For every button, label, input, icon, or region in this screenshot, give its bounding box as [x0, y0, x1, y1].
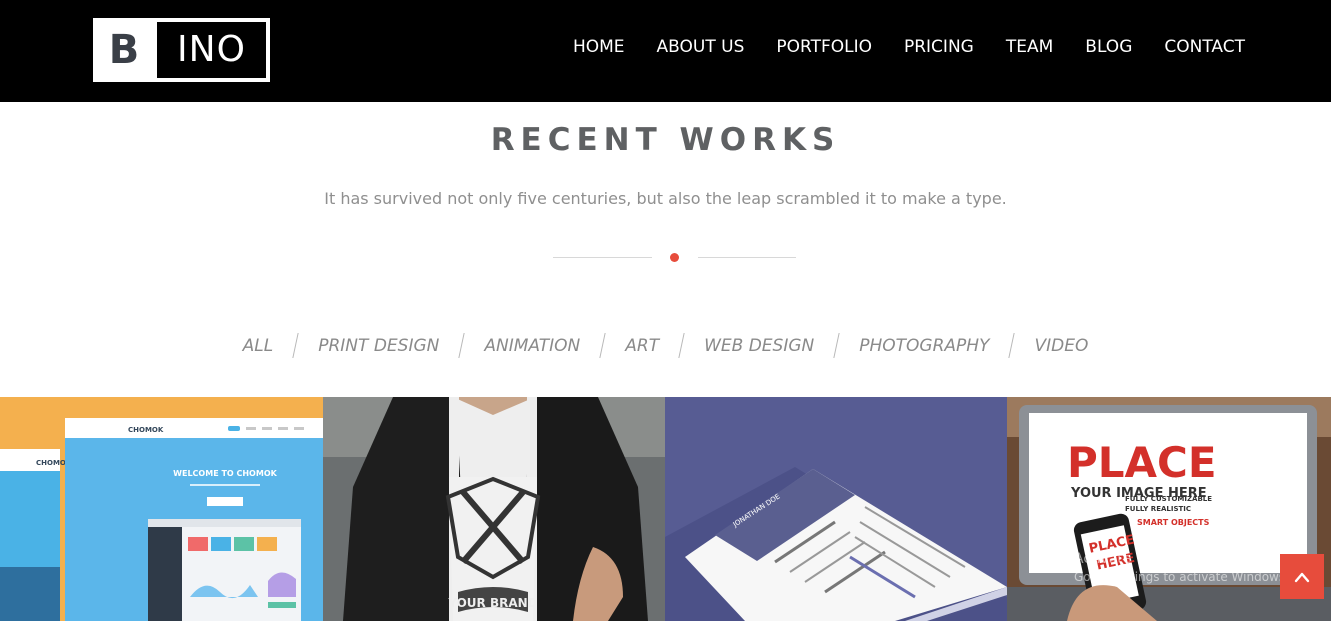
watermark-line1: Activate Windows [1074, 551, 1199, 567]
tile1-headline: WELCOME TO CHOMOK [173, 469, 277, 478]
portfolio-item-web-template[interactable]: CHOMOK CHOMOK WELCOME TO CHOMOK [0, 397, 323, 621]
tile1-brand: CHOMOK [128, 426, 164, 434]
section-title: RECENT WORKS [490, 122, 841, 158]
tile4-line1: PLACE [1067, 438, 1217, 487]
filter-animation[interactable]: ANIMATION [462, 336, 602, 356]
web-template-image: CHOMOK CHOMOK WELCOME TO CHOMOK [0, 397, 323, 621]
divider-line-right [698, 257, 796, 258]
logo-text: INO [157, 22, 266, 78]
filter-art[interactable]: ART [603, 336, 681, 356]
portfolio-filters: ALL PRINT DESIGN ANIMATION ART WEB DESIG… [0, 333, 1331, 358]
navbar: B INO HOME ABOUT US PORTFOLIO PRICING TE… [0, 0, 1331, 102]
tile2-shirt-text: YOUR BRAND [447, 596, 537, 610]
nav-item-contact[interactable]: CONTACT [1164, 37, 1245, 57]
filter-print-design[interactable]: PRINT DESIGN [296, 336, 461, 356]
logo-letter: B [108, 27, 140, 73]
site-logo[interactable]: B INO [93, 18, 270, 82]
tshirt-image: YOUR BRAND [323, 397, 665, 621]
portfolio-item-resume[interactable]: JONATHAN DOE [665, 397, 1007, 621]
section-subtitle: It has survived not only five centuries,… [324, 189, 1007, 208]
tile4-line3: FULLY CUSTOMIZABLE [1125, 495, 1212, 503]
filter-web-design[interactable]: WEB DESIGN [682, 336, 836, 356]
nav-item-pricing[interactable]: PRICING [904, 37, 974, 57]
filter-all[interactable]: ALL [221, 336, 296, 356]
portfolio-item-tshirt[interactable]: YOUR BRAND [323, 397, 665, 621]
nav-item-blog[interactable]: BLOG [1085, 37, 1132, 57]
nav-item-home[interactable]: HOME [573, 37, 625, 57]
divider-dot [670, 253, 679, 262]
activate-windows-watermark: Activate Windows Go to Settings to activ… [1074, 550, 1289, 586]
filter-video[interactable]: VIDEO [1012, 336, 1110, 356]
divider-line-left [553, 257, 652, 258]
tile4-line4: FULLY REALISTIC [1125, 505, 1191, 513]
watermark-line2: Go to Settings to activate Windows. [1074, 570, 1289, 584]
resume-image: JONATHAN DOE [665, 397, 1007, 621]
back-to-top-button[interactable] [1280, 554, 1324, 599]
main-nav: HOME ABOUT US PORTFOLIO PRICING TEAM BLO… [573, 37, 1245, 57]
chevron-up-icon [1294, 572, 1310, 582]
nav-item-team[interactable]: TEAM [1006, 37, 1053, 57]
nav-item-portfolio[interactable]: PORTFOLIO [776, 37, 872, 57]
nav-item-about-us[interactable]: ABOUT US [657, 37, 745, 57]
filter-photography[interactable]: PHOTOGRAPHY [837, 336, 1011, 356]
tile4-line5: SMART OBJECTS [1137, 518, 1210, 527]
